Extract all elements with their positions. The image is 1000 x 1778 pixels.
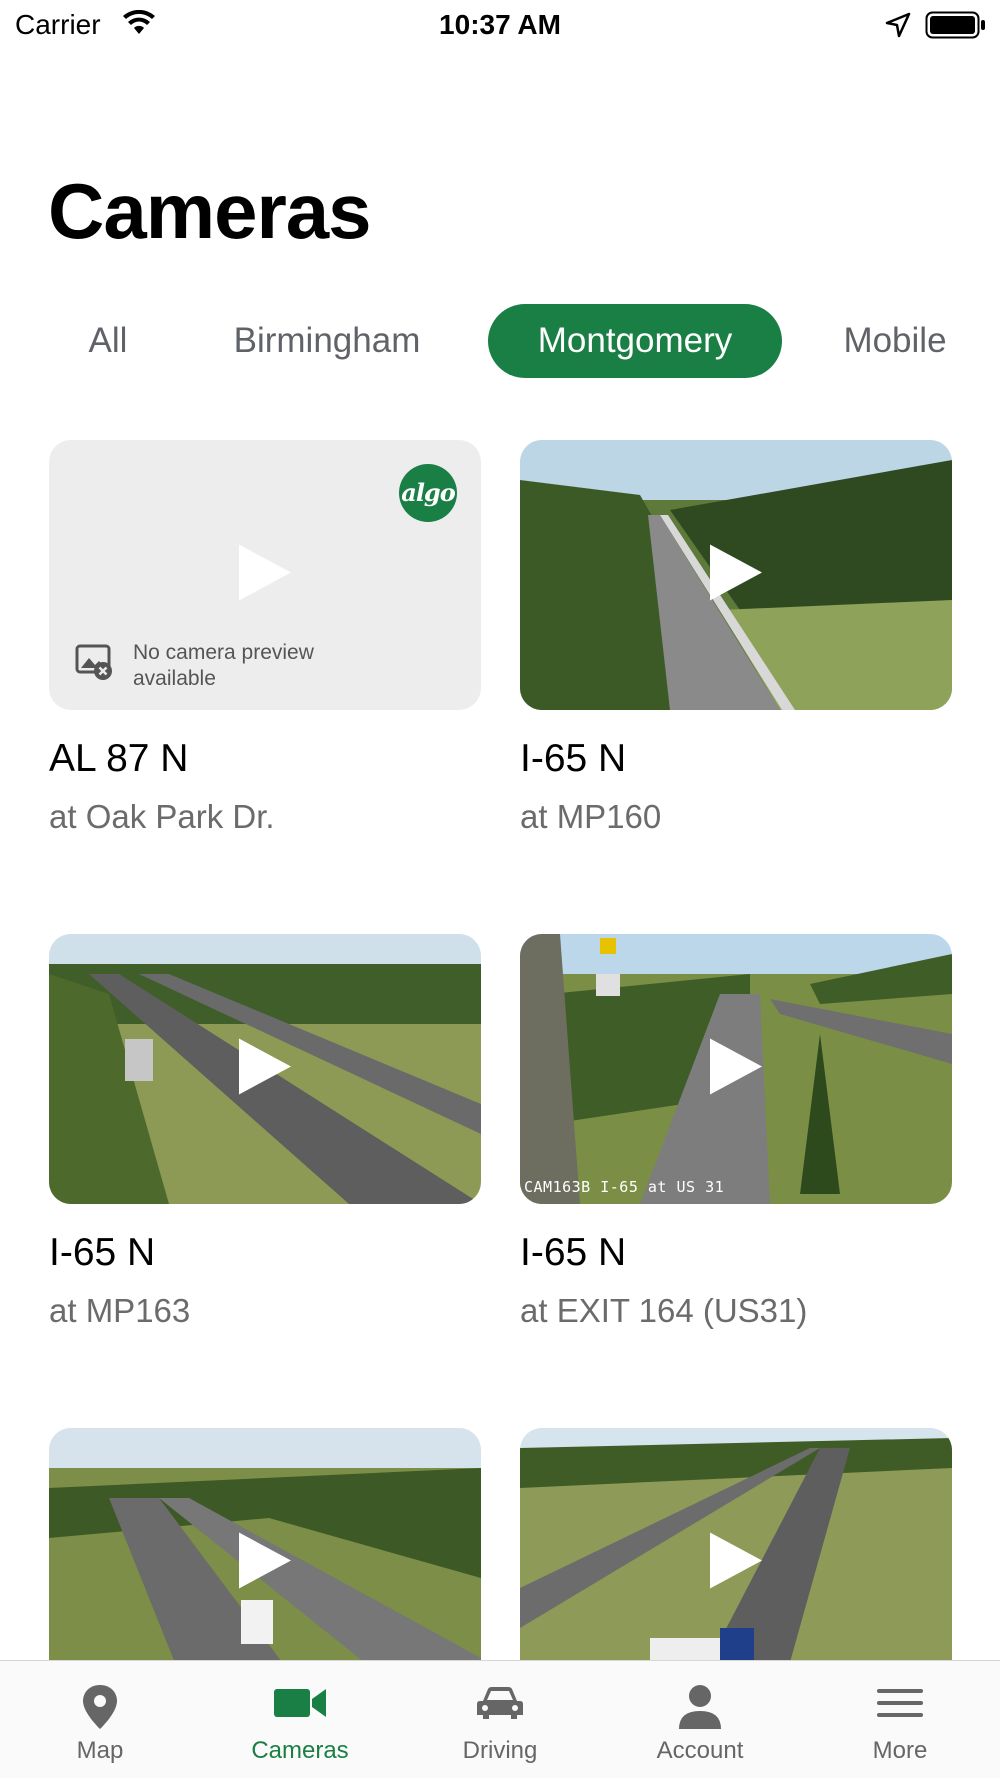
camera-title: I-65 N — [520, 737, 627, 780]
camera-title: AL 87 N — [49, 737, 189, 780]
nav-item-cameras[interactable]: Cameras — [200, 1661, 400, 1778]
camera-subtitle: at MP160 — [520, 797, 662, 835]
image-unavailable-icon — [75, 644, 115, 685]
nav-item-driving[interactable]: Driving — [400, 1661, 600, 1778]
camera-card[interactable]: I-65 N at MP163 — [49, 934, 481, 1330]
camera-grid: algo No camera preview available AL 87 N… — [0, 440, 1000, 1660]
nav-item-more[interactable]: More — [800, 1661, 1000, 1778]
location-arrow-icon — [885, 12, 911, 43]
video-camera-icon — [200, 1683, 400, 1723]
nav-item-account[interactable]: Account — [600, 1661, 800, 1778]
camera-card[interactable] — [520, 1428, 952, 1660]
camera-overlay-text: CAM163B I-65 at US 31 — [524, 1178, 725, 1196]
camera-subtitle: at Oak Park Dr. — [49, 797, 275, 835]
camera-subtitle: at EXIT 164 (US31) — [520, 1291, 808, 1329]
tab-birmingham[interactable]: Birmingham — [216, 304, 438, 378]
no-preview-notice: No camera preview available — [75, 641, 353, 692]
status-bar: Carrier 10:37 AM — [0, 0, 1000, 50]
battery-icon — [925, 11, 987, 44]
bottom-nav: Map Cameras Driving Account More — [0, 1660, 1000, 1778]
nav-item-map[interactable]: Map — [0, 1661, 200, 1778]
map-pin-icon — [0, 1683, 200, 1731]
camera-thumbnail[interactable]: algo No camera preview available — [49, 440, 481, 710]
tab-all[interactable]: All — [62, 304, 154, 378]
play-icon[interactable] — [706, 541, 766, 610]
hamburger-menu-icon — [800, 1683, 1000, 1723]
person-icon — [600, 1683, 800, 1729]
page-title: Cameras — [48, 167, 372, 255]
play-icon[interactable] — [235, 1035, 295, 1104]
nav-label: Map — [76, 1737, 124, 1764]
camera-title: I-65 N — [49, 1231, 156, 1274]
camera-thumbnail[interactable]: CAM163B I-65 at US 31 — [520, 934, 952, 1204]
region-tabs: All Birmingham Montgomery Mobile — [0, 304, 1000, 378]
camera-thumbnail[interactable] — [49, 934, 481, 1204]
camera-title: I-65 N — [520, 1231, 627, 1274]
play-icon[interactable] — [235, 541, 295, 610]
tab-montgomery[interactable]: Montgomery — [488, 304, 782, 378]
no-preview-text: No camera preview available — [133, 641, 314, 690]
camera-thumbnail[interactable] — [520, 440, 952, 710]
nav-label: Cameras — [251, 1737, 349, 1764]
camera-card[interactable]: algo No camera preview available AL 87 N… — [49, 440, 481, 836]
algo-logo: algo — [399, 464, 457, 522]
play-icon[interactable] — [706, 1529, 766, 1598]
nav-label: Account — [656, 1737, 744, 1764]
play-icon[interactable] — [235, 1529, 295, 1598]
play-icon[interactable] — [706, 1035, 766, 1104]
camera-thumbnail[interactable] — [49, 1428, 481, 1660]
camera-thumbnail[interactable] — [520, 1428, 952, 1660]
camera-card[interactable]: CAM163B I-65 at US 31 I-65 N at EXIT 164… — [520, 934, 952, 1330]
car-icon — [400, 1683, 600, 1723]
nav-label: More — [872, 1737, 928, 1764]
camera-card[interactable] — [49, 1428, 481, 1660]
camera-card[interactable]: I-65 N at MP160 — [520, 440, 952, 836]
clock: 10:37 AM — [439, 9, 561, 40]
nav-label: Driving — [462, 1737, 538, 1764]
tab-mobile[interactable]: Mobile — [830, 304, 960, 378]
camera-subtitle: at MP163 — [49, 1291, 191, 1329]
